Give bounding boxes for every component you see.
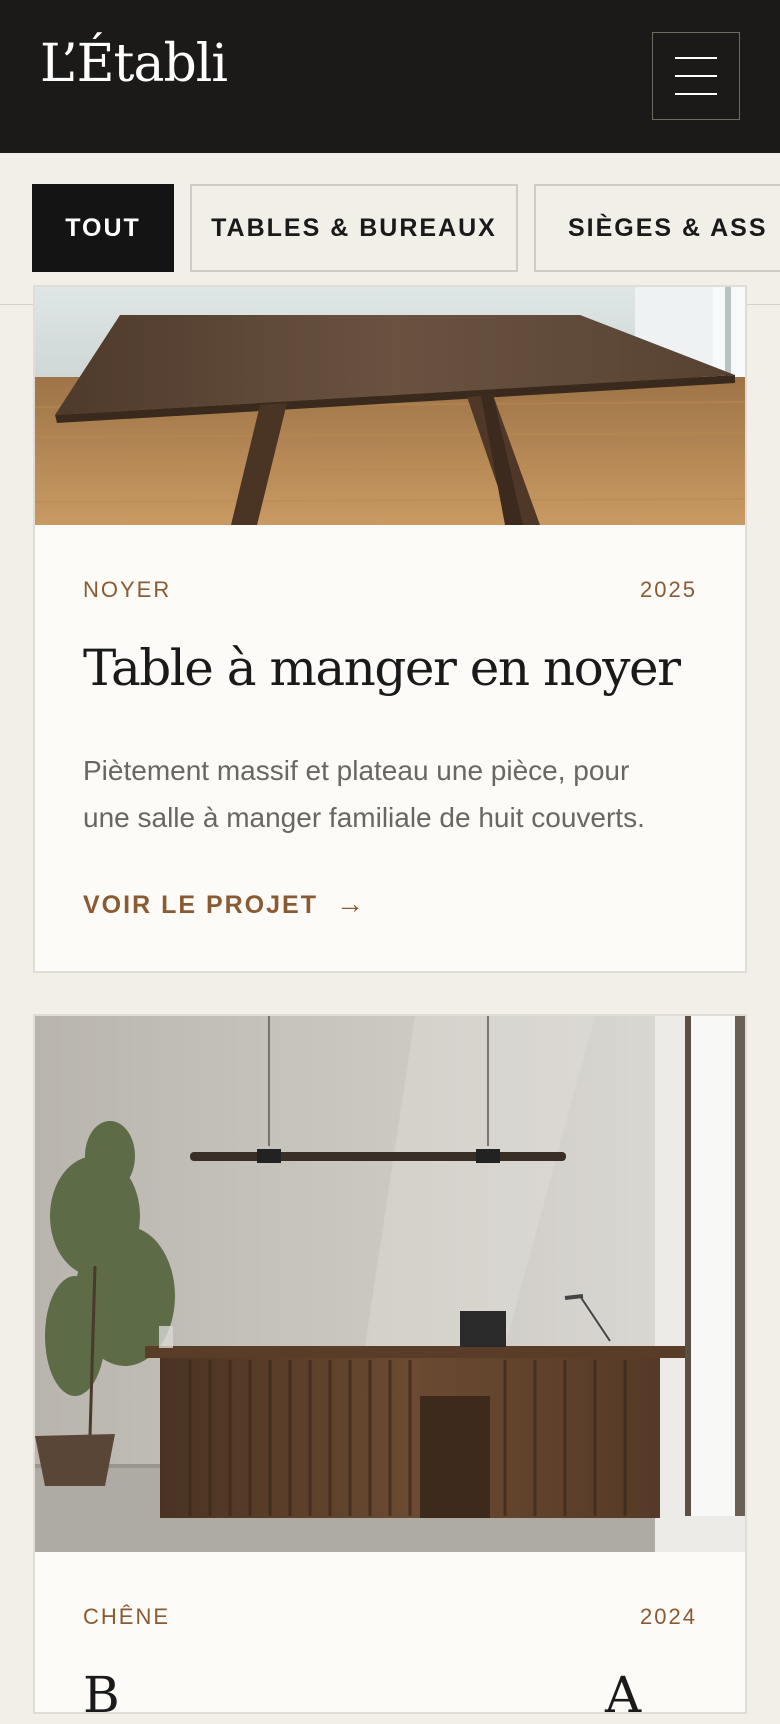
site-header: L’Établi: [0, 0, 780, 153]
project-material: NOYER: [83, 577, 172, 602]
project-description: Piètement massif et plateau une pièce, p…: [83, 755, 645, 833]
view-project-link[interactable]: VOIR LE PROJET →: [83, 888, 366, 920]
menu-button[interactable]: [652, 32, 740, 120]
filter-tables-bureaux[interactable]: TABLES & BUREAUX: [190, 184, 518, 272]
project-title[interactable]: Table à manger en noyer: [83, 639, 681, 697]
project-title-start[interactable]: B: [83, 1666, 120, 1724]
filter-sieges[interactable]: SIÈGES & ASS: [534, 184, 780, 272]
project-card[interactable]: NOYER 2025 Table à manger en noyer Piète…: [33, 285, 747, 973]
project-image-oak-desk: [35, 1016, 745, 1552]
project-year: 2025: [640, 577, 697, 602]
project-card[interactable]: CHÊNE 2024 B A: [33, 1014, 747, 1724]
hamburger-menu-icon: [675, 57, 717, 59]
project-image-walnut-table: [35, 287, 745, 525]
filter-tout[interactable]: TOUT: [32, 184, 174, 272]
site-logo[interactable]: L’Établi: [40, 38, 228, 90]
arrow-right-icon: →: [335, 888, 366, 919]
project-title-end[interactable]: A: [605, 1666, 641, 1724]
project-material: CHÊNE: [83, 1604, 171, 1629]
filter-bar: TOUT TABLES & BUREAUX SIÈGES & ASS: [0, 153, 780, 305]
project-year: 2024: [640, 1604, 697, 1629]
